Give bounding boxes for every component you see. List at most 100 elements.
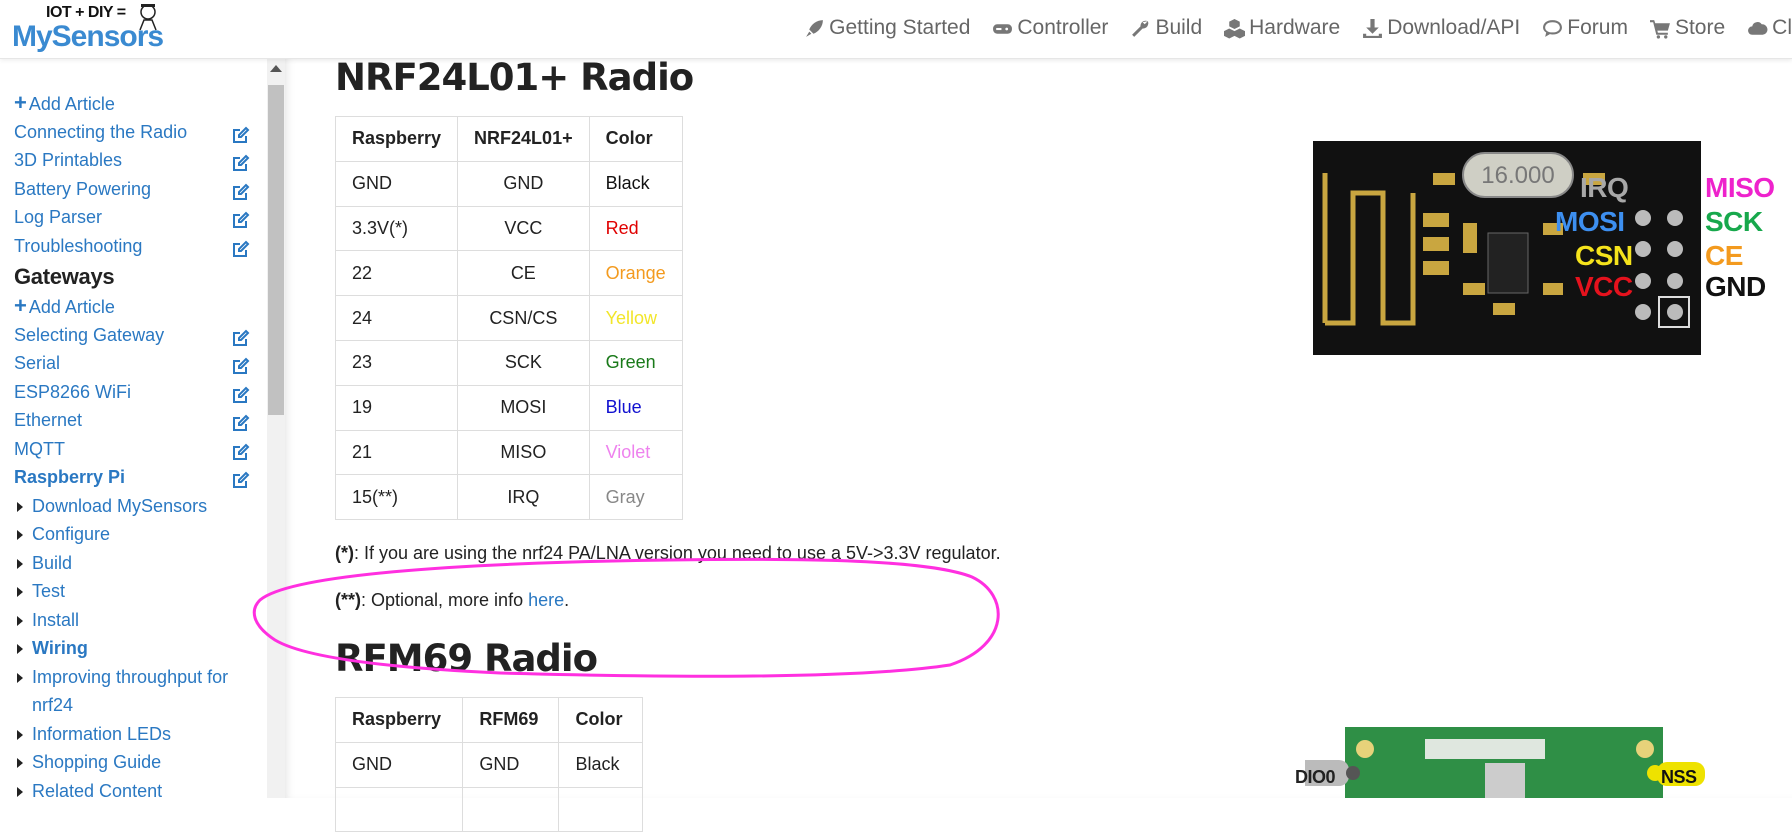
caret-right-icon [17,530,23,540]
sidebar-subitem-throughput[interactable]: Improving throughput for nrf24 [14,663,250,720]
table-row: 22 CE Orange [334,250,683,297]
highlight-annotation-circle [252,557,1000,678]
caret-right-icon [17,729,23,740]
edit-icon[interactable] [232,124,250,143]
nrf24-board-illustration: 16.000 [1313,141,1701,355]
table-header: Color [588,116,683,162]
cell-nrf24: IRQ [457,474,590,521]
edit-icon[interactable] [232,469,250,488]
sidebar-subitem-shopping[interactable]: Shopping Guide [14,748,250,777]
cell-nrf24: VCC [457,205,590,252]
cloud-icon [1748,21,1768,35]
pin-label-nss: NSS [1661,767,1697,787]
sidebar: + Add Article Connecting the Radio 3D Pri… [0,59,265,798]
sidebar-subitem-build[interactable]: Build [14,549,250,578]
table-row: GND GND Black [334,160,683,207]
nav-store[interactable]: Store [1649,16,1725,40]
nav-controller[interactable]: Controller [992,16,1108,40]
sidebar-subitem-test[interactable]: Test [14,577,250,606]
table-header: NRF24L01+ [457,116,590,162]
pin-label-sck: SCK [1705,206,1763,237]
sidebar-item-log-parser[interactable]: Log Parser [14,203,250,232]
rfm69-module-image [1305,719,1705,798]
sidebar-subitem-configure[interactable]: Configure [14,520,250,549]
plus-icon: + [14,90,27,115]
nav-download-api[interactable]: Download/API [1362,16,1520,40]
logo-brand: MySensors [12,20,164,53]
nav-forum[interactable]: Forum [1542,16,1628,40]
sidebar-item-selecting-gateway[interactable]: Selecting Gateway [14,321,250,350]
cell-raspberry: 24 [334,295,459,341]
sidebar-subitem-related[interactable]: Related Content [14,777,250,798]
wrench-icon [1132,20,1149,37]
cell-color: Black [588,160,683,207]
table-row: GND GND Black [334,741,643,788]
plus-icon: + [14,293,27,318]
nav-build[interactable]: Build [1130,16,1202,40]
caret-right-icon [17,587,23,597]
edit-icon[interactable] [232,384,250,403]
top-navbar: IOT + DIY = MySensors Getting Started Co… [0,0,1792,59]
pin-label-ce: CE [1705,240,1743,271]
caret-right-icon [17,672,23,683]
sidebar-item-battery-powering[interactable]: Battery Powering [14,175,250,204]
sidebar-subitem-info-leds[interactable]: Information LEDs [14,720,250,749]
caret-right-icon [17,501,23,512]
cell-color: Orange [588,250,683,297]
sidebar-item-serial[interactable]: Serial [14,349,250,378]
sidebar-item-raspberry-pi[interactable]: Raspberry Pi [14,463,250,492]
edit-icon[interactable] [232,327,250,346]
sidebar-scrollbar[interactable] [267,59,285,798]
comment-icon [1543,19,1563,37]
sidebar-item-connecting-radio[interactable]: Connecting the Radio [14,118,250,147]
cell-color: Yellow [588,295,683,341]
table-row: 21 MISO Violet [334,429,683,476]
caret-right-icon [17,558,23,569]
cell-color: Blue [588,384,683,431]
pin-label-irq: IRQ [1580,172,1629,203]
nav-cloud[interactable]: Cl [1747,16,1792,40]
caret-right-icon [17,786,23,797]
edit-icon[interactable] [232,238,250,257]
table-row: 23 SCK Green [334,339,683,386]
edit-icon[interactable] [232,152,250,171]
add-article-link[interactable]: + Add Article [14,89,250,118]
sidebar-subitem-install[interactable]: Install [14,606,250,635]
sidebar-subitem-download[interactable]: Download MySensors [14,492,250,521]
rfm69-board-illustration [1305,727,1705,798]
add-article-link[interactable]: + Add Article [14,292,250,321]
sidebar-heading-gateways: Gateways [14,264,115,289]
sidebar-item-ethernet[interactable]: Ethernet [14,406,250,435]
sidebar-item-3d-printables[interactable]: 3D Printables [14,146,250,175]
sidebar-subitem-wiring[interactable]: Wiring [14,634,250,663]
main-nav: Getting Started Controller Build Hardwar… [804,0,1792,56]
edit-icon[interactable] [232,209,250,228]
sidebar-item-esp8266-wifi[interactable]: ESP8266 WiFi [14,378,250,407]
sidebar-item-mqtt[interactable]: MQTT [14,435,250,464]
nav-getting-started[interactable]: Getting Started [804,16,970,40]
cell-raspberry: 3.3V(*) [334,205,459,252]
table-header: Raspberry [334,697,464,743]
svg-text:16.000: 16.000 [1481,162,1554,189]
cell-nrf24: MISO [457,429,590,476]
scroll-up-arrow-icon[interactable] [270,65,282,72]
table-row [334,786,643,832]
mysensors-logo[interactable]: IOT + DIY = MySensors [12,2,172,54]
cubes-icon [1224,18,1246,38]
rocket-icon [806,19,824,37]
cell-raspberry: 23 [334,339,459,386]
cell-raspberry: GND [334,160,459,207]
sidebar-item-troubleshooting[interactable]: Troubleshooting [14,232,250,261]
cell-color: Green [588,339,683,386]
table-header-row: Raspberry NRF24L01+ Color [334,116,683,162]
edit-icon[interactable] [232,412,250,431]
edit-icon[interactable] [232,355,250,374]
table-row: 3.3V(*) VCC Red [334,205,683,252]
scrollbar-thumb[interactable] [268,85,284,415]
cell-nrf24: MOSI [457,384,590,431]
edit-icon[interactable] [232,181,250,200]
sidebar-list: + Add Article Connecting the Radio 3D Pri… [14,89,250,798]
edit-icon[interactable] [232,441,250,460]
nav-hardware[interactable]: Hardware [1224,16,1340,40]
caret-right-icon [17,615,23,626]
